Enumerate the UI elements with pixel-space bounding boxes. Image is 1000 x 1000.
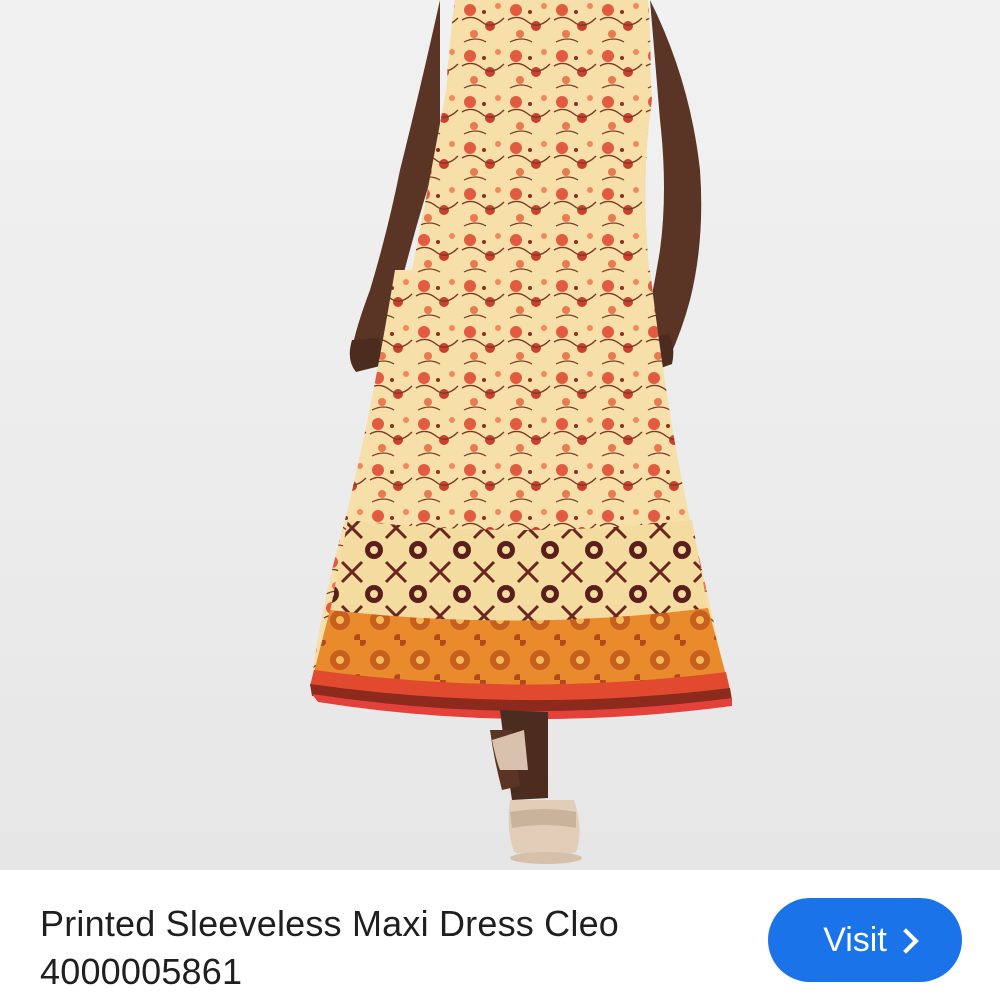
product-card: Printed Sleeveless Maxi Dress Cleo 40000… [0,0,1000,1000]
product-info-bar: Printed Sleeveless Maxi Dress Cleo 40000… [0,870,1000,1000]
visit-button[interactable]: Visit [768,898,962,982]
product-sku: 4000005861 [40,951,243,992]
dress-photo [310,0,732,864]
visit-button-label: Visit [823,920,887,959]
product-image[interactable] [0,0,1000,870]
chevron-right-icon [893,928,919,954]
product-name: Printed Sleeveless Maxi Dress Cleo [40,903,620,944]
product-title[interactable]: Printed Sleeveless Maxi Dress Cleo 40000… [40,900,740,996]
